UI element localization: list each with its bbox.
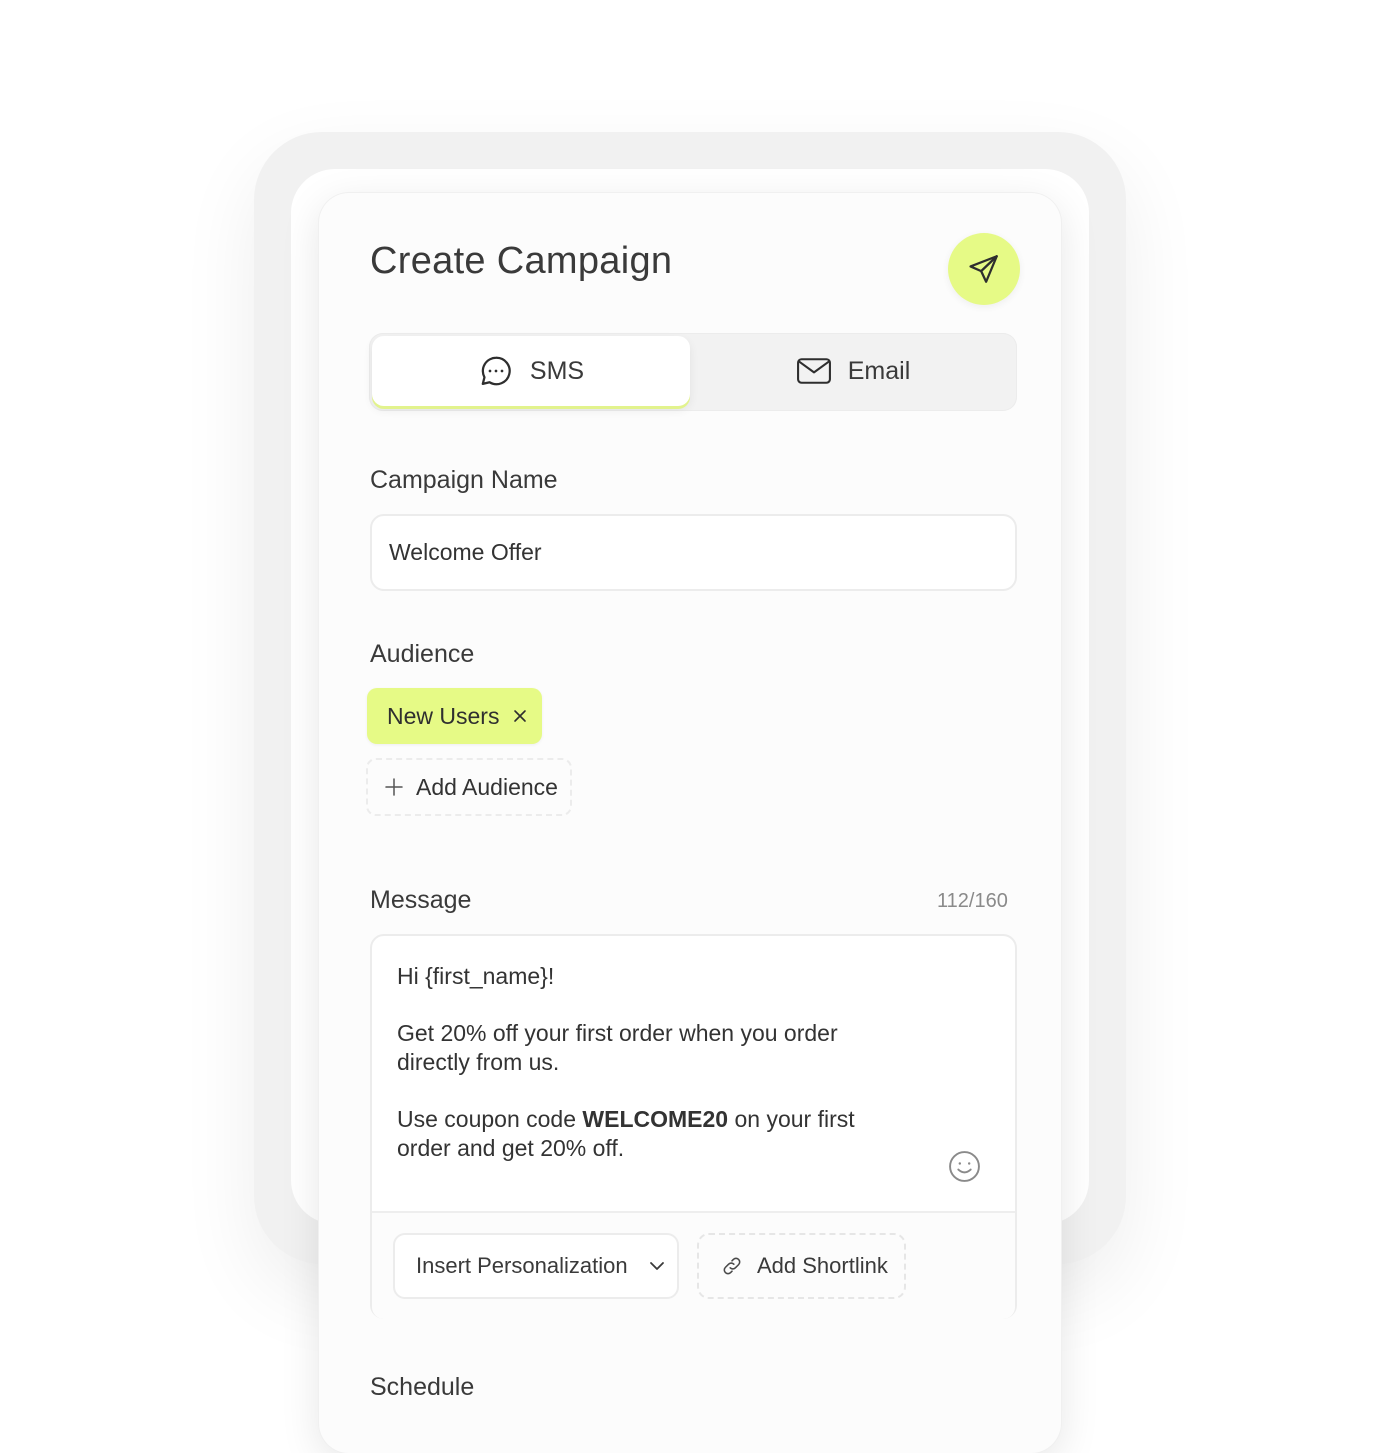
message-line-coupon: Use coupon code WELCOME20 on your first … bbox=[397, 1105, 897, 1163]
message-line-offer: Get 20% off your first order when you or… bbox=[397, 1020, 838, 1075]
tab-email[interactable]: Email bbox=[693, 336, 1013, 406]
campaign-name-field[interactable]: Welcome Offer bbox=[370, 514, 1017, 591]
chevron-down-icon bbox=[649, 1262, 664, 1270]
tab-sms[interactable]: SMS bbox=[372, 336, 690, 406]
send-button[interactable] bbox=[948, 233, 1020, 305]
tab-email-label: Email bbox=[847, 356, 911, 385]
insert-personalization-label: Insert Personalization bbox=[416, 1253, 628, 1278]
add-audience-label: Add Audience bbox=[416, 773, 558, 800]
schedule-label: Schedule bbox=[370, 1373, 475, 1401]
message-label: Message bbox=[370, 886, 472, 914]
coupon-code: WELCOME20 bbox=[582, 1106, 729, 1132]
plus-icon bbox=[385, 778, 403, 796]
insert-personalization-dropdown[interactable]: Insert Personalization bbox=[393, 1233, 679, 1299]
message-line-greeting: Hi {first_name}! bbox=[397, 963, 555, 989]
audience-chip-new-users: New Users bbox=[367, 688, 542, 744]
message-coupon-prefix: Use coupon code bbox=[397, 1106, 583, 1132]
audience-label: Audience bbox=[370, 640, 475, 668]
add-shortlink-label: Add Shortlink bbox=[757, 1253, 888, 1278]
character-counter: 112/160 bbox=[937, 890, 1008, 912]
page-title: Create Campaign bbox=[370, 240, 673, 282]
campaign-name-value: Welcome Offer bbox=[389, 539, 542, 565]
campaign-name-label: Campaign Name bbox=[370, 466, 558, 494]
add-shortlink-button[interactable]: Add Shortlink bbox=[697, 1233, 906, 1299]
send-icon bbox=[969, 255, 998, 283]
mail-icon bbox=[796, 358, 831, 384]
link-icon bbox=[723, 1257, 741, 1275]
channel-tabs: SMS Email bbox=[369, 333, 1017, 411]
emoji-icon[interactable] bbox=[948, 1150, 981, 1183]
audience-chip-label: New Users bbox=[387, 702, 500, 729]
tab-sms-label: SMS bbox=[529, 356, 585, 385]
add-audience-button[interactable]: Add Audience bbox=[366, 758, 572, 816]
chat-bubble-icon bbox=[481, 356, 511, 386]
close-icon[interactable] bbox=[513, 709, 527, 723]
message-text[interactable]: Hi {first_name}! Get 20% off your first … bbox=[397, 962, 897, 1163]
